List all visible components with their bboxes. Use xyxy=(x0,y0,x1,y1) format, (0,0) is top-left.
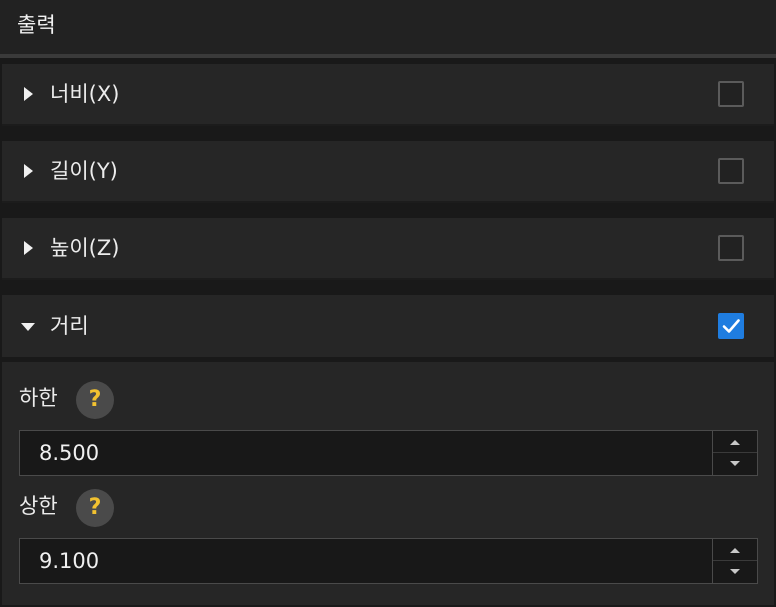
lower-limit-decrement-button[interactable] xyxy=(713,453,757,475)
spin-up-icon xyxy=(730,548,740,553)
upper-limit-spin-buttons xyxy=(712,539,757,583)
panel-title: 출력 xyxy=(17,13,56,37)
upper-limit-decrement-button[interactable] xyxy=(713,561,757,583)
length-checkbox[interactable] xyxy=(718,158,744,184)
upper-limit-label: 상한 xyxy=(19,494,58,518)
lower-limit-label: 하한 xyxy=(19,386,58,410)
lower-limit-spin-buttons xyxy=(712,431,757,475)
distance-checkbox[interactable] xyxy=(718,313,744,339)
section-label-width: 너비(X) xyxy=(50,82,120,106)
lower-limit-value[interactable]: 8.500 xyxy=(39,431,99,475)
spin-down-icon xyxy=(730,461,740,466)
section-row-width[interactable]: 너비(X) xyxy=(2,64,774,126)
lower-limit-help-icon[interactable]: ? xyxy=(76,381,114,419)
caret-right-icon xyxy=(24,87,33,101)
upper-limit-value[interactable]: 9.100 xyxy=(39,539,99,583)
upper-limit-help-icon[interactable]: ? xyxy=(76,489,114,527)
upper-limit-increment-button[interactable] xyxy=(713,539,757,561)
height-checkbox[interactable] xyxy=(718,235,744,261)
lower-limit-increment-button[interactable] xyxy=(713,431,757,453)
checkmark-icon xyxy=(722,319,740,333)
section-label-length: 길이(Y) xyxy=(50,159,118,183)
caret-right-icon xyxy=(24,241,33,255)
upper-limit-spinbox[interactable]: 9.100 xyxy=(19,538,758,584)
lower-limit-spinbox[interactable]: 8.500 xyxy=(19,430,758,476)
section-row-length[interactable]: 길이(Y) xyxy=(2,141,774,203)
header-divider xyxy=(0,54,776,58)
distance-settings: 하한 ? 8.500 상한 ? 9.100 xyxy=(2,362,774,605)
section-label-distance: 거리 xyxy=(50,314,89,338)
output-panel: 출력 너비(X) 길이(Y) 높이(Z) 거리 하한 ? 8.500 상한 ? … xyxy=(0,0,776,607)
spin-up-icon xyxy=(730,440,740,445)
panel-header: 출력 xyxy=(0,0,776,54)
spin-down-icon xyxy=(730,569,740,574)
section-row-distance[interactable]: 거리 xyxy=(2,295,774,357)
section-row-height[interactable]: 높이(Z) xyxy=(2,218,774,280)
caret-right-icon xyxy=(24,164,33,178)
caret-down-icon xyxy=(21,323,35,331)
width-checkbox[interactable] xyxy=(718,81,744,107)
section-label-height: 높이(Z) xyxy=(50,236,120,260)
